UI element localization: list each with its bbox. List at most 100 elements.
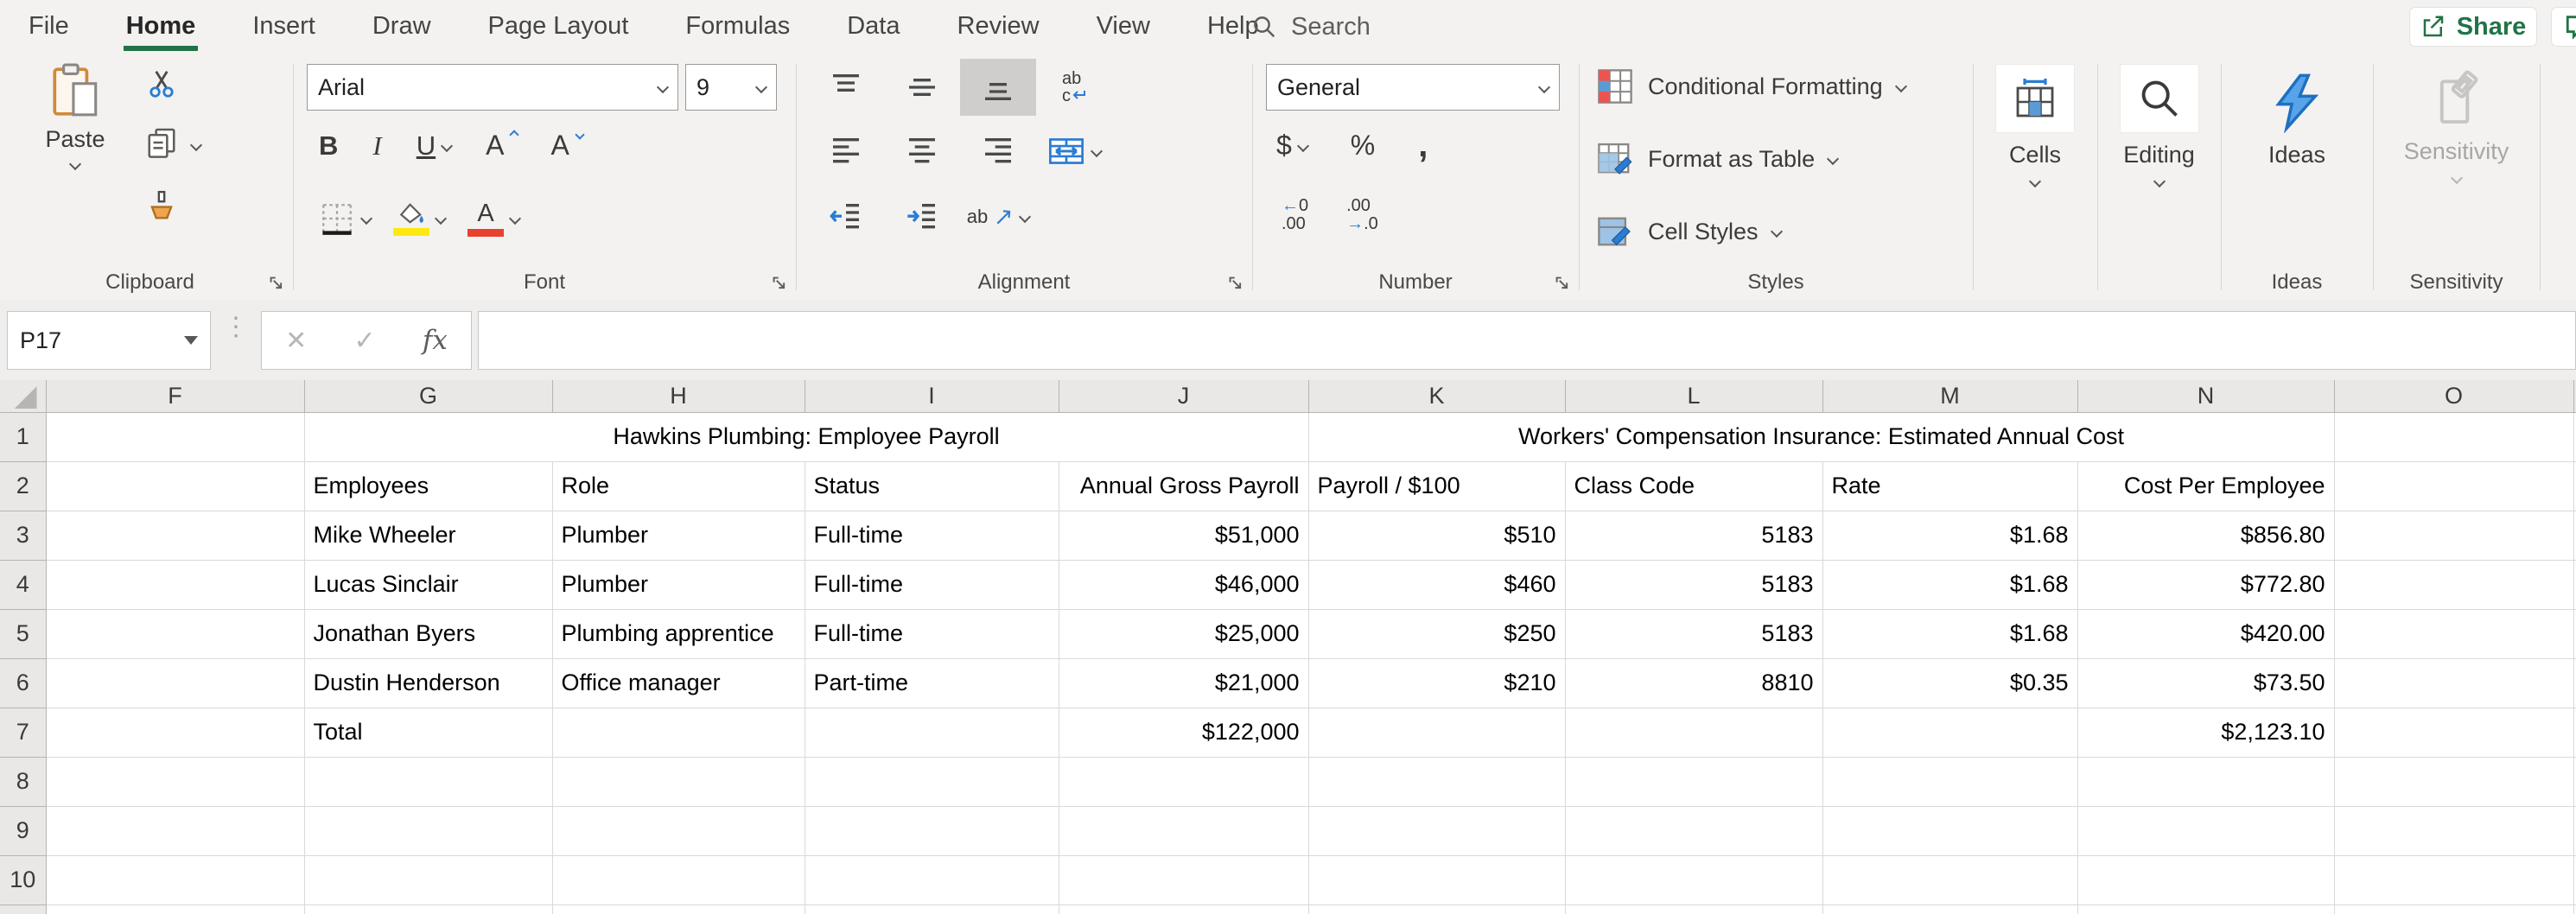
cell-L8[interactable] — [1565, 757, 1822, 806]
row-header-3[interactable]: 3 — [0, 511, 46, 560]
paste-dropdown-chevron[interactable] — [69, 158, 81, 170]
cell-J7[interactable]: $122,000 — [1059, 708, 1308, 757]
merge-center-button[interactable] — [1036, 123, 1112, 180]
font-dialog-launcher[interactable] — [772, 276, 787, 291]
cell-F3[interactable] — [46, 511, 304, 560]
row-header-1[interactable]: 1 — [0, 412, 46, 461]
column-header-M[interactable]: M — [1822, 380, 2077, 412]
cell-L11-partial[interactable] — [1565, 904, 1822, 914]
cell-H11-partial[interactable] — [552, 904, 805, 914]
cell-L5[interactable]: 5183 — [1565, 609, 1822, 658]
cell-F8[interactable] — [46, 757, 304, 806]
cell-J11-partial[interactable] — [1059, 904, 1308, 914]
cell-L7[interactable] — [1565, 708, 1822, 757]
cell-G7[interactable]: Total — [304, 708, 552, 757]
cell-M2[interactable]: Rate — [1822, 461, 2077, 511]
cell-M11-partial[interactable] — [1822, 904, 2077, 914]
format-as-table-button[interactable]: Format as Table — [1596, 140, 1837, 178]
cut-button[interactable] — [145, 67, 178, 100]
cell-I6[interactable]: Part-time — [805, 658, 1059, 708]
cell-J5[interactable]: $25,000 — [1059, 609, 1308, 658]
cell-F1[interactable] — [46, 412, 304, 461]
cell-N5[interactable]: $420.00 — [2077, 609, 2334, 658]
font-size-combo[interactable]: 9 — [685, 64, 777, 111]
cell-M9[interactable] — [1822, 806, 2077, 855]
format-painter-button[interactable] — [145, 189, 178, 222]
menu-tab-page-layout[interactable]: Page Layout — [460, 0, 658, 54]
accounting-format-button[interactable]: $ — [1276, 130, 1307, 162]
bottom-align-button[interactable] — [960, 59, 1036, 116]
row-header-11-partial[interactable] — [0, 904, 46, 914]
cell-styles-button[interactable]: Cell Styles — [1596, 213, 1781, 251]
cell-G11-partial[interactable] — [304, 904, 552, 914]
copy-button[interactable] — [145, 126, 178, 163]
cell-I10[interactable] — [805, 855, 1059, 904]
cell-L9[interactable] — [1565, 806, 1822, 855]
comments-button[interactable] — [2551, 7, 2576, 47]
cell-M5[interactable]: $1.68 — [1822, 609, 2077, 658]
column-header-J[interactable]: J — [1059, 380, 1308, 412]
cell-H9[interactable] — [552, 806, 805, 855]
formula-input[interactable] — [478, 311, 2576, 370]
cell-N6[interactable]: $73.50 — [2077, 658, 2334, 708]
cell-M4[interactable]: $1.68 — [1822, 560, 2077, 609]
cell-I2[interactable]: Status — [805, 461, 1059, 511]
cell-H8[interactable] — [552, 757, 805, 806]
top-align-button[interactable] — [808, 59, 884, 116]
select-all-button[interactable] — [0, 380, 46, 412]
merge-center-chevron[interactable] — [1091, 145, 1103, 157]
fill-color-chevron[interactable] — [435, 213, 447, 225]
cell-J2[interactable]: Annual Gross Payroll — [1059, 461, 1308, 511]
row-header-10[interactable]: 10 — [0, 855, 46, 904]
cell-N8[interactable] — [2077, 757, 2334, 806]
menu-tab-insert[interactable]: Insert — [224, 0, 344, 54]
cell-H7[interactable] — [552, 708, 805, 757]
cell-H6[interactable]: Office manager — [552, 658, 805, 708]
menu-tab-file[interactable]: File — [0, 0, 98, 54]
cell-I5[interactable]: Full-time — [805, 609, 1059, 658]
ideas-button[interactable]: Ideas — [2221, 71, 2373, 168]
menu-tab-draw[interactable]: Draw — [344, 0, 460, 54]
cell-O7[interactable] — [2334, 708, 2573, 757]
cell-K1[interactable]: Workers' Compensation Insurance: Estimat… — [1308, 412, 2334, 461]
cell-I11-partial[interactable] — [805, 904, 1059, 914]
cell-H3[interactable]: Plumber — [552, 511, 805, 560]
menu-tab-home[interactable]: Home — [98, 0, 225, 54]
cell-I8[interactable] — [805, 757, 1059, 806]
cells-button[interactable]: Cells — [1973, 64, 2097, 186]
number-format-combo[interactable]: General — [1266, 64, 1560, 111]
cell-F2[interactable] — [46, 461, 304, 511]
cell-M7[interactable] — [1822, 708, 2077, 757]
column-header-H[interactable]: H — [552, 380, 805, 412]
cell-O3[interactable] — [2334, 511, 2573, 560]
row-header-5[interactable]: 5 — [0, 609, 46, 658]
cell-N3[interactable]: $856.80 — [2077, 511, 2334, 560]
cell-F7[interactable] — [46, 708, 304, 757]
cell-L4[interactable]: 5183 — [1565, 560, 1822, 609]
fill-color-button[interactable] — [393, 201, 445, 236]
cell-F10[interactable] — [46, 855, 304, 904]
row-header-7[interactable]: 7 — [0, 708, 46, 757]
cell-O8[interactable] — [2334, 757, 2573, 806]
column-header-K[interactable]: K — [1308, 380, 1565, 412]
increase-decimal-button[interactable]: ←0.00 — [1282, 197, 1308, 233]
copy-dropdown-chevron[interactable] — [190, 138, 202, 150]
underline-button[interactable]: U — [417, 130, 451, 162]
row-header-6[interactable]: 6 — [0, 658, 46, 708]
font-family-combo[interactable]: Arial — [307, 64, 678, 111]
align-right-button[interactable] — [960, 123, 1036, 180]
cell-K7[interactable] — [1308, 708, 1565, 757]
cell-I9[interactable] — [805, 806, 1059, 855]
cell-K3[interactable]: $510 — [1308, 511, 1565, 560]
middle-align-button[interactable] — [884, 59, 960, 116]
cell-L6[interactable]: 8810 — [1565, 658, 1822, 708]
wrap-text-button[interactable]: ab c — [1036, 59, 1112, 116]
italic-button[interactable]: I — [372, 130, 381, 162]
cell-G10[interactable] — [304, 855, 552, 904]
cell-O6[interactable] — [2334, 658, 2573, 708]
cell-J3[interactable]: $51,000 — [1059, 511, 1308, 560]
formula-bar-grip[interactable]: ⋮ — [223, 321, 249, 333]
decrease-font-size-button[interactable]: A — [550, 130, 581, 162]
cell-O1[interactable] — [2334, 412, 2573, 461]
increase-indent-button[interactable] — [884, 188, 960, 245]
